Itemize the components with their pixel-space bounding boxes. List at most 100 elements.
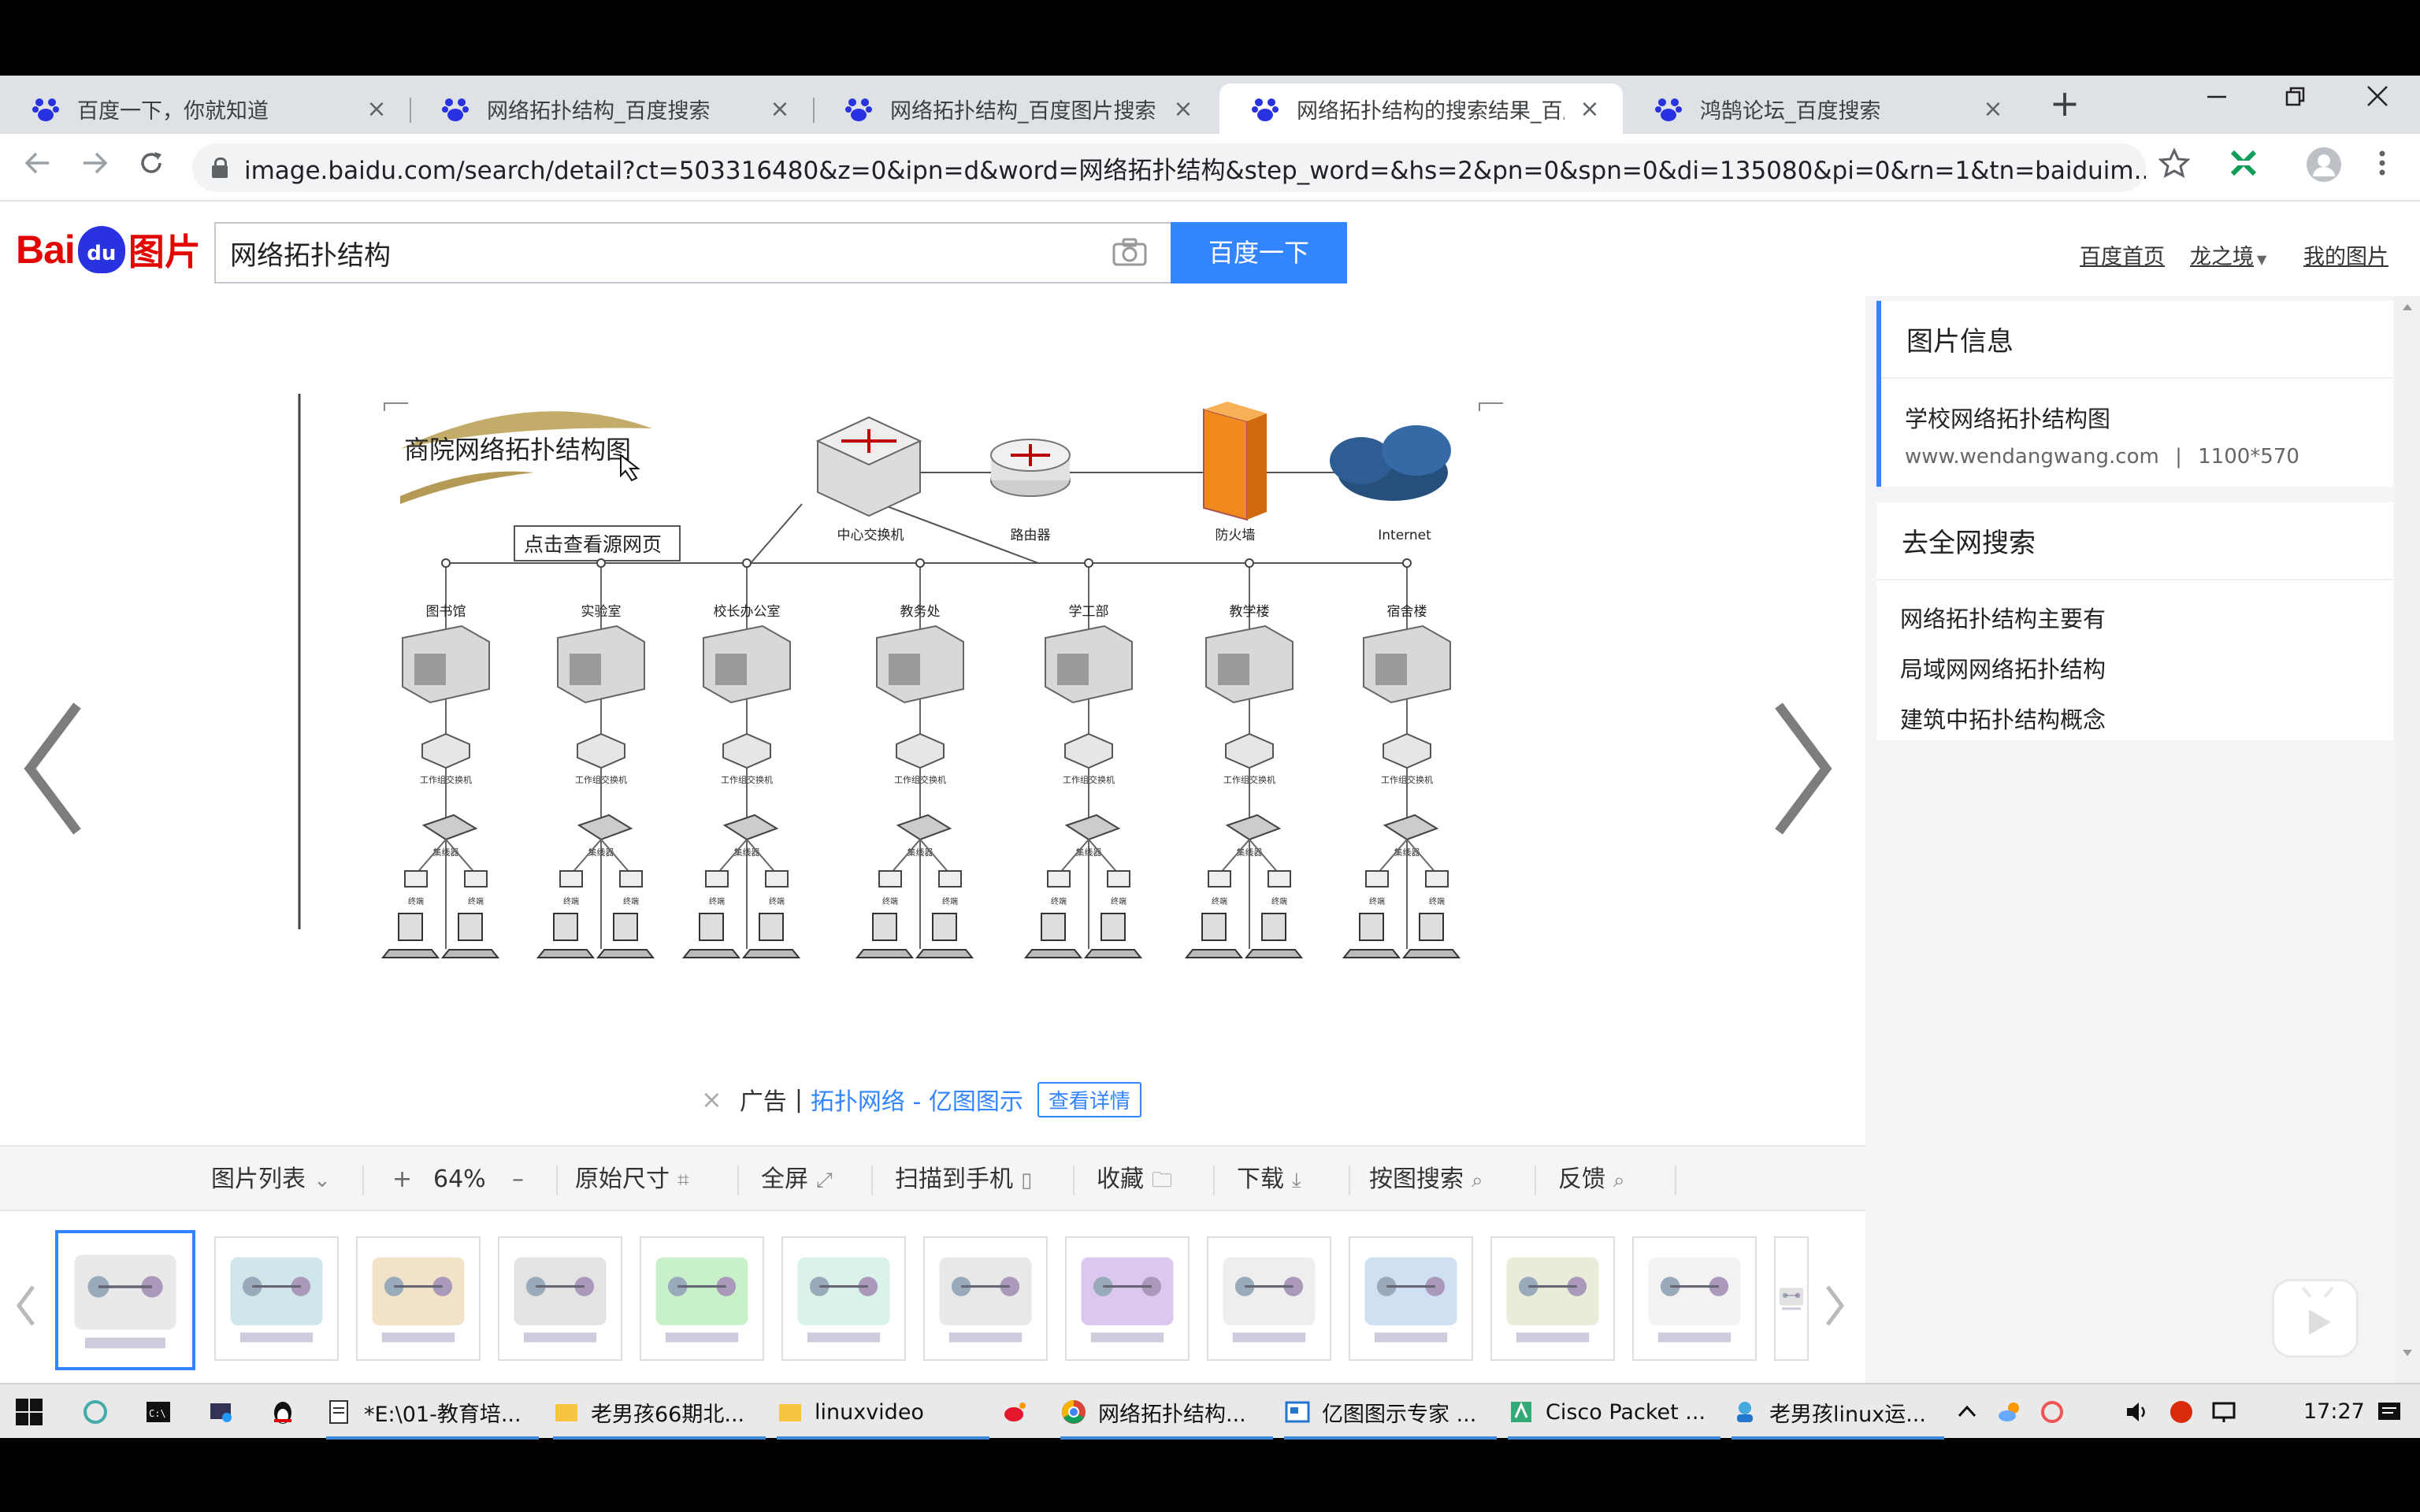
taskbar-window[interactable]: Cisco Packet ... — [1508, 1384, 1720, 1440]
scan-to-phone-button[interactable]: 扫描到手机 ▯ — [895, 1147, 1032, 1213]
collect-button[interactable]: 收藏 🗀 — [1097, 1147, 1172, 1213]
previous-image-arrow-icon[interactable] — [14, 690, 93, 847]
mini-switch-icon — [938, 870, 962, 888]
back-button[interactable] — [16, 146, 60, 191]
zoom-in-button[interactable]: + — [392, 1147, 412, 1213]
taskbar-window[interactable]: 老男孩66期北... — [553, 1384, 766, 1440]
thumbnail[interactable] — [640, 1236, 764, 1361]
pc-label: 终端 — [1271, 896, 1287, 906]
network-topology-image[interactable]: 商院网络拓扑结构图 点击查看源网页 中心交换机 路由器 防火墙 Internet… — [298, 394, 1511, 962]
zoom-out-button[interactable]: – — [512, 1147, 524, 1213]
download-button[interactable]: 下载 ⤓ — [1237, 1147, 1301, 1213]
thumbs-next-arrow-icon[interactable] — [1823, 1282, 1847, 1329]
close-window-button[interactable] — [2338, 76, 2417, 123]
thumbnail-preview — [1776, 1283, 1807, 1314]
restore-button[interactable] — [2256, 76, 2335, 123]
thumbnail[interactable] — [214, 1236, 339, 1361]
tab-baidu-image-search[interactable]: 网络拓扑结构_百度图片搜索 × — [813, 83, 1216, 134]
hub-icon — [1383, 813, 1439, 841]
tab-close-icon[interactable]: × — [766, 95, 794, 123]
thumbnail[interactable] — [1632, 1236, 1757, 1361]
related-search-link[interactable]: 网络拓扑结构主要有 — [1876, 580, 2393, 634]
tab-baidu-search[interactable]: 网络拓扑结构_百度搜索 × — [410, 83, 813, 134]
next-image-arrow-icon[interactable] — [1763, 690, 1842, 847]
download-label: 下载 — [1237, 1166, 1284, 1193]
scroll-up-icon[interactable] — [2401, 302, 2414, 312]
tray-app[interactable] — [1996, 1384, 2034, 1440]
feedback-button[interactable]: 反馈 ⌕ — [1558, 1147, 1625, 1213]
minimize-button[interactable] — [2177, 76, 2256, 123]
taskbar-pinned-app[interactable]: C:\ — [145, 1384, 183, 1440]
image-list-button[interactable]: 图片列表 ⌄ — [211, 1147, 331, 1213]
taskbar-clock[interactable]: 17:27 — [2303, 1384, 2365, 1440]
new-tab-button[interactable]: + — [2045, 82, 2084, 124]
tab-baidu-home[interactable]: 百度一下，你就知道 × — [0, 83, 410, 134]
image-source[interactable]: www.wendangwang.com — [1905, 445, 2159, 469]
fullscreen-button[interactable]: 全屏 ⤢ — [761, 1147, 833, 1213]
page-scrollbar[interactable] — [2395, 296, 2420, 1383]
taskbar-window[interactable]: 老男孩linux运... — [1731, 1384, 1944, 1440]
thumbnail[interactable] — [781, 1236, 906, 1361]
original-size-button[interactable]: 原始尺寸 ⌗ — [575, 1147, 689, 1213]
taskbar-pinned-app[interactable] — [269, 1384, 307, 1440]
tab-close-icon[interactable]: × — [1576, 95, 1604, 123]
computer-icon — [1201, 913, 1227, 941]
my-images-link[interactable]: 我的图片 — [2303, 239, 2388, 270]
image-title[interactable]: 学校网络拓扑结构图 — [1881, 379, 2393, 434]
thumbnail[interactable] — [1349, 1236, 1473, 1361]
tray-app[interactable] — [2039, 1384, 2077, 1440]
tray-expand-button[interactable] — [1955, 1384, 1979, 1440]
volume-button[interactable] — [2124, 1384, 2162, 1440]
ad-link[interactable]: 拓扑网络 - 亿图图示 — [811, 1082, 1023, 1117]
address-bar[interactable]: image.baidu.com/search/detail?ct=5033164… — [192, 143, 2146, 192]
browser-menu-button[interactable] — [2360, 146, 2404, 191]
recording-indicator[interactable] — [2168, 1384, 2206, 1440]
start-button[interactable] — [14, 1384, 47, 1440]
thumbs-prev-arrow-icon[interactable] — [14, 1282, 38, 1329]
tab-honghu-forum[interactable]: 鸿鹄论坛_百度搜索 × — [1623, 83, 2026, 134]
baidu-image-logo[interactable]: Bai du 图片 — [16, 214, 201, 285]
pc-label: 终端 — [709, 896, 725, 906]
image-toolbar: 图片列表 ⌄ + 64% – 原始尺寸 ⌗ 全屏 ⤢ 扫描到手机 ▯ 收藏 🗀 下载 ⤓ 按… — [0, 1145, 1865, 1211]
taskbar-pinned-app[interactable] — [1002, 1384, 1040, 1440]
bookmark-star-button[interactable] — [2152, 146, 2196, 191]
image-search-input[interactable]: 网络拓扑结构 — [214, 222, 1171, 284]
notification-center-button[interactable] — [2376, 1384, 2414, 1440]
taskbar-window[interactable]: *E:\01-教育培... — [326, 1384, 539, 1440]
forward-button[interactable] — [72, 146, 117, 191]
taskbar-window-active[interactable]: 网络拓扑结构... — [1060, 1384, 1273, 1440]
search-by-image-button[interactable]: 按图搜索 ⌕ — [1369, 1147, 1483, 1213]
profile-avatar[interactable] — [2302, 146, 2346, 191]
ad-detail-button[interactable]: 查看详情 — [1037, 1081, 1141, 1117]
tab-close-icon[interactable]: × — [1169, 95, 1197, 123]
thumbnail[interactable] — [1065, 1236, 1190, 1361]
tab-close-icon[interactable]: × — [362, 95, 391, 123]
tab-close-icon[interactable]: × — [1979, 95, 2007, 123]
thumbnail[interactable] — [1207, 1236, 1331, 1361]
taskbar-window[interactable]: 亿图图示专家 ... — [1284, 1384, 1497, 1440]
thumbnail[interactable] — [923, 1236, 1048, 1361]
camera-icon[interactable] — [1112, 238, 1147, 266]
tab-search-result-active[interactable]: 网络拓扑结构的搜索结果_百度 × — [1219, 83, 1623, 134]
taskbar-window[interactable]: linuxvideo — [777, 1384, 989, 1440]
related-search-link[interactable]: 建筑中拓扑结构概念 — [1876, 684, 2393, 735]
extension-button[interactable] — [2221, 146, 2266, 191]
pc-label: 终端 — [1212, 896, 1227, 906]
thumbnail-selected[interactable] — [55, 1230, 195, 1370]
taskbar-pinned-app[interactable] — [82, 1384, 120, 1440]
ad-close-icon[interactable]: × — [701, 1084, 722, 1114]
thumbnail[interactable] — [498, 1236, 622, 1361]
thumbnail[interactable] — [356, 1236, 481, 1361]
related-search-link[interactable]: 局域网网络拓扑结构 — [1876, 634, 2393, 684]
hub-label: 集线器 — [1076, 847, 1102, 858]
taskbar-pinned-app[interactable] — [208, 1384, 246, 1440]
search-button[interactable]: 百度一下 — [1171, 222, 1347, 284]
baidu-home-link[interactable]: 百度首页 — [2080, 239, 2165, 270]
network-status[interactable] — [2210, 1384, 2248, 1440]
video-player-button[interactable] — [2272, 1279, 2359, 1358]
scroll-down-icon[interactable] — [2401, 1348, 2414, 1358]
thumbnail[interactable] — [1490, 1236, 1615, 1361]
thumbnail[interactable] — [1774, 1236, 1809, 1361]
reload-button[interactable] — [129, 146, 173, 191]
user-menu-link[interactable]: 龙之境 ▼ — [2190, 239, 2266, 270]
